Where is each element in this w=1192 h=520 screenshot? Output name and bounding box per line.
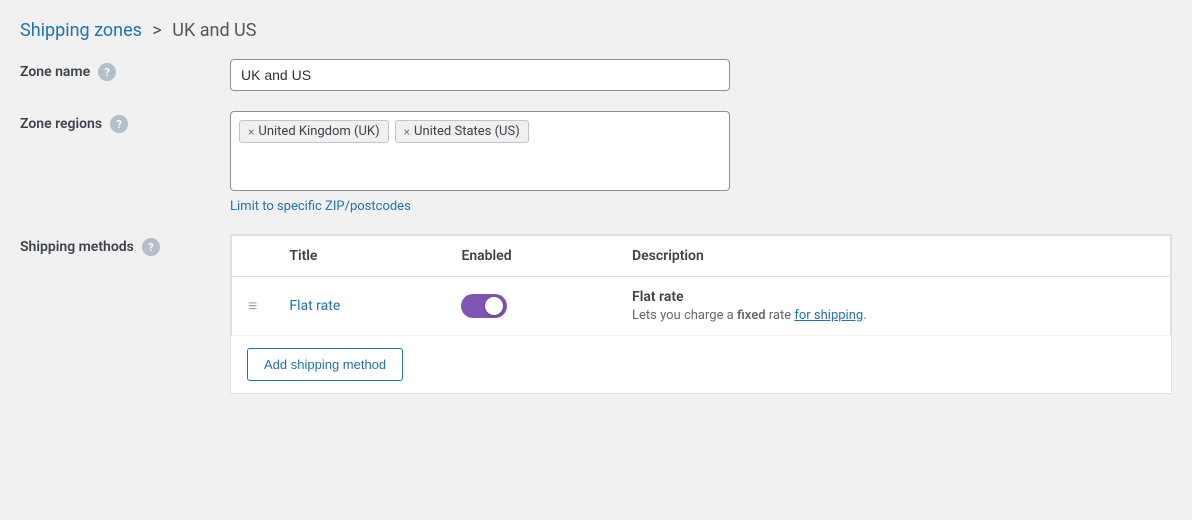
zone-name-content (230, 59, 1172, 91)
method-enabled-cell (445, 277, 616, 336)
table-header-row: Title Enabled Description (232, 236, 1171, 277)
tag-label-us: United States (US) (414, 124, 520, 139)
col-enabled-header: Enabled (445, 236, 616, 277)
toggle-slider (461, 294, 507, 318)
toggle-wrap (461, 294, 600, 318)
flat-rate-link[interactable]: Flat rate (289, 298, 340, 314)
add-shipping-method-button[interactable]: Add shipping method (247, 348, 403, 381)
desc-middle: rate (766, 308, 795, 323)
zone-name-help-icon[interactable]: ? (98, 63, 116, 81)
breadcrumb-current: UK and US (172, 20, 256, 41)
tag-remove-uk[interactable]: × (248, 126, 254, 138)
desc-suffix: . (863, 308, 866, 323)
zone-regions-box[interactable]: × United Kingdom (UK) × United States (U… (230, 111, 730, 191)
desc-prefix: Lets you charge a (632, 308, 737, 323)
col-drag (232, 236, 274, 277)
zone-regions-label: Zone regions (20, 116, 102, 132)
drag-handle-icon[interactable]: ≡ (248, 296, 257, 315)
enabled-toggle[interactable] (461, 294, 507, 318)
zone-regions-row: Zone regions ? × United Kingdom (UK) × U… (20, 111, 1172, 214)
shipping-methods-help-icon[interactable]: ? (142, 238, 160, 256)
zone-name-label-cell: Zone name ? (20, 59, 230, 81)
desc-link[interactable]: for shipping (794, 308, 863, 323)
method-name: Flat rate (632, 289, 1154, 305)
breadcrumb: Shipping zones > UK and US (20, 20, 1172, 41)
col-title-header: Title (273, 236, 445, 277)
breadcrumb-separator: > (152, 20, 161, 41)
shipping-methods-label-cell: Shipping methods ? (20, 234, 230, 256)
method-description-cell: Flat rate Lets you charge a fixed rate f… (616, 277, 1171, 336)
tag-us: × United States (US) (395, 120, 529, 143)
shipping-zones-link[interactable]: Shipping zones (20, 20, 142, 41)
tags-row: × United Kingdom (UK) × United States (U… (239, 120, 721, 143)
tag-remove-us[interactable]: × (404, 126, 410, 138)
shipping-methods-table: Title Enabled Description ≡ Flat rate (231, 235, 1171, 336)
zone-name-input[interactable] (230, 59, 730, 91)
shipping-methods-label: Shipping methods (20, 239, 134, 255)
shipping-methods-content: Title Enabled Description ≡ Flat rate (230, 234, 1172, 394)
zone-regions-help-icon[interactable]: ? (110, 115, 128, 133)
drag-cell: ≡ (232, 277, 274, 336)
method-title-cell: Flat rate (273, 277, 445, 336)
tag-label-uk: United Kingdom (UK) (258, 124, 379, 139)
zone-regions-label-cell: Zone regions ? (20, 111, 230, 133)
col-description-header: Description (616, 236, 1171, 277)
zone-name-row: Zone name ? (20, 59, 1172, 91)
limit-postcodes-link[interactable]: Limit to specific ZIP/postcodes (230, 199, 411, 214)
shipping-methods-row: Shipping methods ? Title Enabled Descrip… (20, 234, 1172, 394)
desc-fixed: fixed (737, 308, 766, 323)
method-description: Lets you charge a fixed rate for shippin… (632, 308, 1154, 323)
tag-uk: × United Kingdom (UK) (239, 120, 389, 143)
table-row: ≡ Flat rate (232, 277, 1171, 336)
zone-name-label: Zone name (20, 64, 90, 80)
zone-regions-content: × United Kingdom (UK) × United States (U… (230, 111, 1172, 214)
shipping-methods-container: Title Enabled Description ≡ Flat rate (230, 234, 1172, 394)
